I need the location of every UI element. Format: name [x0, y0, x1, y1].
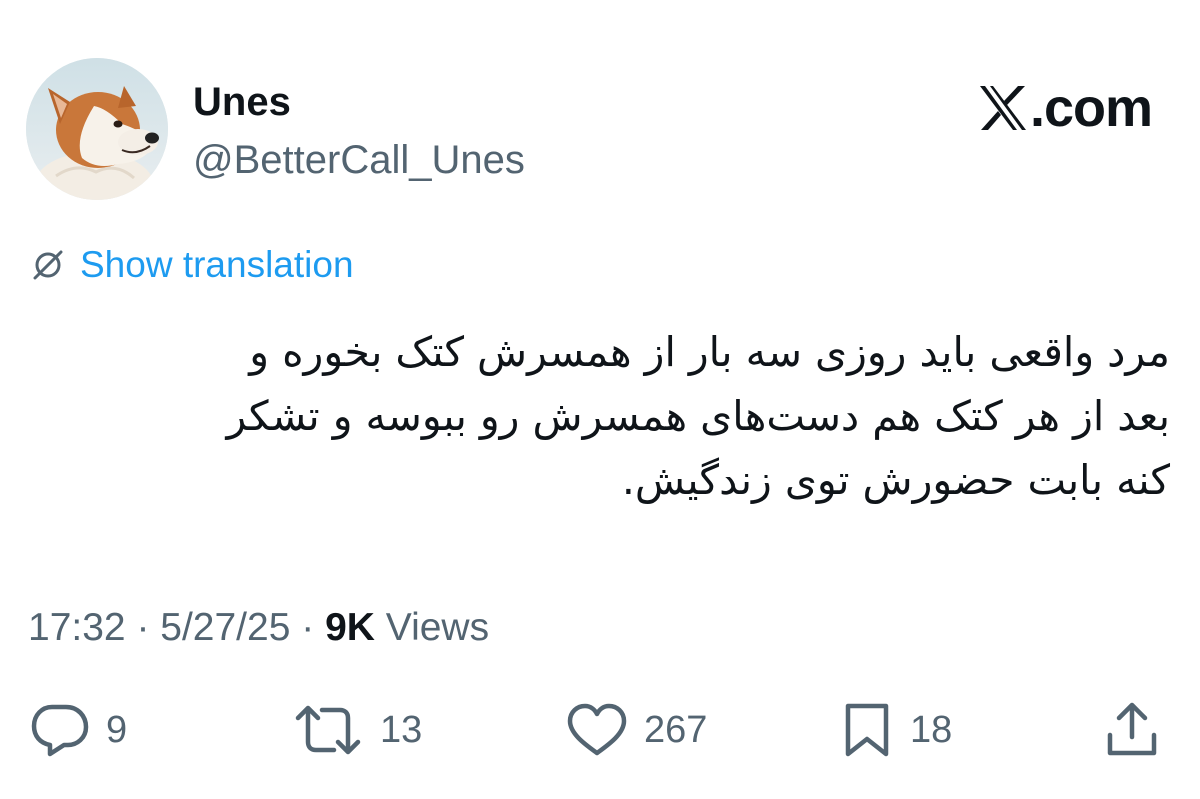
- share-button[interactable]: [1104, 700, 1160, 760]
- bookmark-count: 18: [910, 709, 953, 751]
- bookmark-icon: [845, 703, 889, 757]
- tweet-time[interactable]: 17:32: [28, 606, 126, 649]
- reply-icon: [31, 704, 89, 757]
- retweet-count: 13: [380, 709, 423, 751]
- corgi-avatar-image: [26, 58, 168, 200]
- bookmark-button[interactable]: 18: [840, 700, 952, 760]
- views-label: Views: [374, 606, 490, 649]
- tweet-meta: 17:32 · 5/27/25 · 9K Views: [28, 604, 489, 652]
- views-count: 9K: [325, 606, 375, 649]
- heart-icon: [567, 703, 627, 756]
- meta-separator: ·: [125, 606, 161, 649]
- like-button[interactable]: 267: [566, 700, 707, 760]
- tweet-date[interactable]: 5/27/25: [160, 606, 290, 649]
- retweet-button[interactable]: 13: [292, 700, 422, 760]
- show-translation-label[interactable]: Show translation: [80, 243, 354, 287]
- brand-domain: .com: [1029, 78, 1153, 138]
- x-logo-icon: [979, 86, 1026, 130]
- author-display-name[interactable]: Unes: [193, 78, 291, 126]
- tweet-text: مرد واقعی باید روزی سه بار از همسرش کتک …: [25, 320, 1170, 512]
- reply-button[interactable]: 9: [30, 700, 127, 760]
- share-icon: [1107, 702, 1157, 756]
- tweet-text-line: بعد از هر کتک هم دست‌های همسرش رو ببوسه …: [226, 392, 1170, 440]
- like-count: 267: [644, 709, 708, 751]
- action-bar: 9 13 267 18: [0, 700, 1200, 760]
- x-brand-logo: .com: [978, 78, 1153, 138]
- retweet-icon: [295, 705, 361, 755]
- tweet-text-line: کنه بابت حضورش توی زندگیش.: [621, 456, 1170, 504]
- avatar[interactable]: [26, 58, 168, 200]
- meta-separator: ·: [290, 606, 326, 649]
- globe-translate-icon: [33, 250, 63, 280]
- author-handle[interactable]: @BetterCall_Unes: [193, 136, 525, 184]
- tweet-text-line: مرد واقعی باید روزی سه بار از همسرش کتک …: [249, 328, 1170, 376]
- reply-count: 9: [106, 709, 128, 751]
- show-translation-link[interactable]: Show translation: [30, 243, 354, 287]
